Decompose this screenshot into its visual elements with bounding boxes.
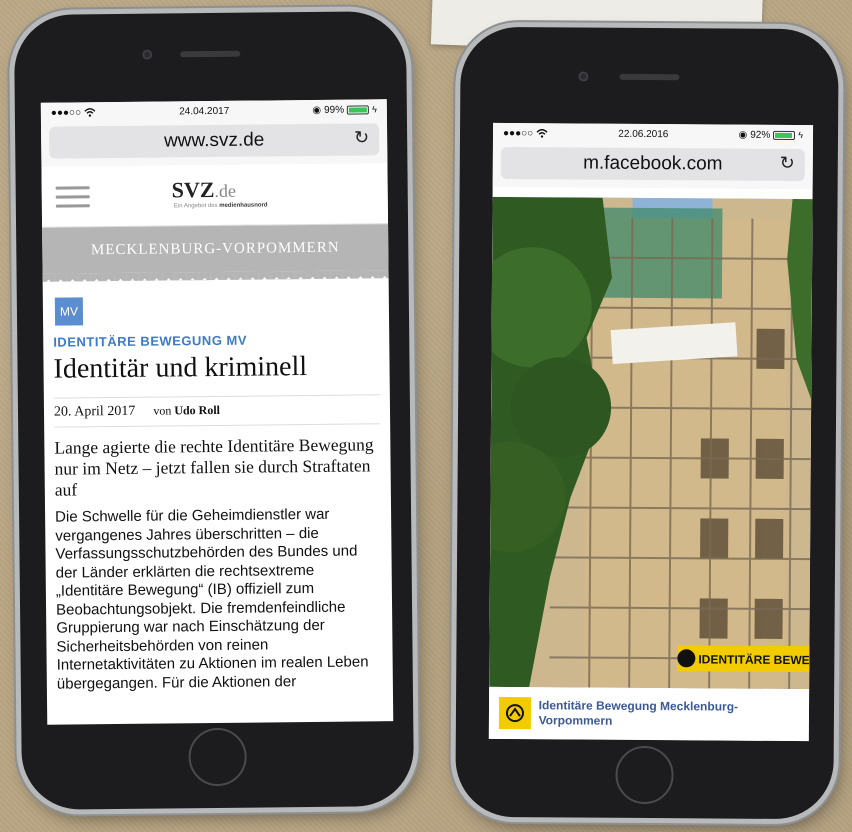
rotation-lock-icon: ◉ bbox=[312, 104, 322, 116]
article-meta: 20. April 2017 von Udo Roll bbox=[53, 394, 381, 428]
site-logo[interactable]: SVZ.de bbox=[172, 177, 237, 204]
right-phone: ●●●○○ 22.06.2016 ◉ 92% ϟ m.facebook.com … bbox=[455, 26, 839, 820]
rotation-lock-icon: ◉ bbox=[738, 129, 748, 141]
front-camera bbox=[578, 71, 589, 82]
reload-icon[interactable]: ↻ bbox=[354, 127, 369, 148]
post-caption[interactable]: Identitäre Bewegung Mecklenburg-Vorpomme… bbox=[488, 686, 810, 742]
address-bar[interactable]: www.svz.de ↻ bbox=[49, 123, 380, 159]
reload-icon[interactable]: ↻ bbox=[780, 153, 795, 174]
article: IDENTITÄRE BEWEGUNG MV Identitär und kri… bbox=[53, 331, 383, 693]
article-lead: Lange agierte die rechte Identitäre Bewe… bbox=[54, 434, 374, 500]
url-text: www.svz.de bbox=[163, 129, 265, 152]
battery-icon bbox=[347, 104, 370, 115]
article-headline: Identitär und kriminell bbox=[53, 351, 308, 385]
status-bar: ●●●○○ 22.06.2016 ◉ 92% ϟ bbox=[492, 122, 814, 146]
address-bar[interactable]: m.facebook.com ↻ bbox=[500, 146, 805, 182]
site-header: SVZ.de Ein Angebot des medienhausnord bbox=[41, 163, 389, 228]
home-button[interactable] bbox=[615, 745, 674, 805]
battery-percent: 99% bbox=[324, 104, 345, 116]
region-badge: MV bbox=[54, 297, 84, 326]
battery-icon bbox=[773, 130, 796, 140]
banner-text: IDENTITÄRE BEWEGUNG bbox=[698, 651, 812, 667]
logo-subtitle: Ein Angebot des medienhausnord bbox=[173, 202, 268, 210]
left-phone: ●●●○○ 24.04.2017 ◉ 99% ϟ www.svz.de ↻ SV… bbox=[13, 10, 415, 811]
region-banner[interactable]: MECKLENBURG-VORPOMMERN bbox=[42, 224, 389, 274]
right-screen: ●●●○○ 22.06.2016 ◉ 92% ϟ m.facebook.com … bbox=[488, 122, 814, 742]
status-date: 22.06.2016 bbox=[618, 128, 669, 140]
charging-icon: ϟ bbox=[798, 130, 804, 141]
battery-percent: 92% bbox=[750, 129, 771, 141]
charging-icon: ϟ bbox=[372, 104, 377, 115]
building-scaffold-image: IDENTITÄRE BEWEGUNG bbox=[489, 196, 813, 690]
page-name-link[interactable]: Identitäre Bewegung Mecklenburg-Vorpomme… bbox=[539, 698, 810, 730]
page-avatar[interactable] bbox=[498, 696, 531, 730]
article-date: 20. April 2017 bbox=[53, 403, 136, 420]
article-author: von Udo Roll bbox=[153, 402, 221, 418]
ib-lambda-icon bbox=[505, 704, 524, 723]
speaker bbox=[619, 73, 680, 81]
article-body: Die Schwelle für die Geheimdienstler war… bbox=[55, 505, 369, 693]
wifi-icon bbox=[84, 108, 96, 117]
speaker bbox=[180, 50, 241, 58]
home-button[interactable] bbox=[188, 727, 247, 787]
front-camera bbox=[142, 49, 153, 60]
url-text: m.facebook.com bbox=[583, 152, 723, 175]
wifi-icon bbox=[536, 129, 548, 138]
signal-icon: ●●●○○ bbox=[502, 127, 534, 139]
status-date: 24.04.2017 bbox=[179, 105, 230, 117]
article-kicker: IDENTITÄRE BEWEGUNG MV bbox=[53, 332, 248, 350]
post-photo[interactable]: IDENTITÄRE BEWEGUNG bbox=[489, 196, 813, 690]
signal-icon: ●●●○○ bbox=[50, 106, 82, 119]
left-screen: ●●●○○ 24.04.2017 ◉ 99% ϟ www.svz.de ↻ SV… bbox=[40, 99, 394, 725]
menu-icon[interactable] bbox=[55, 180, 90, 213]
